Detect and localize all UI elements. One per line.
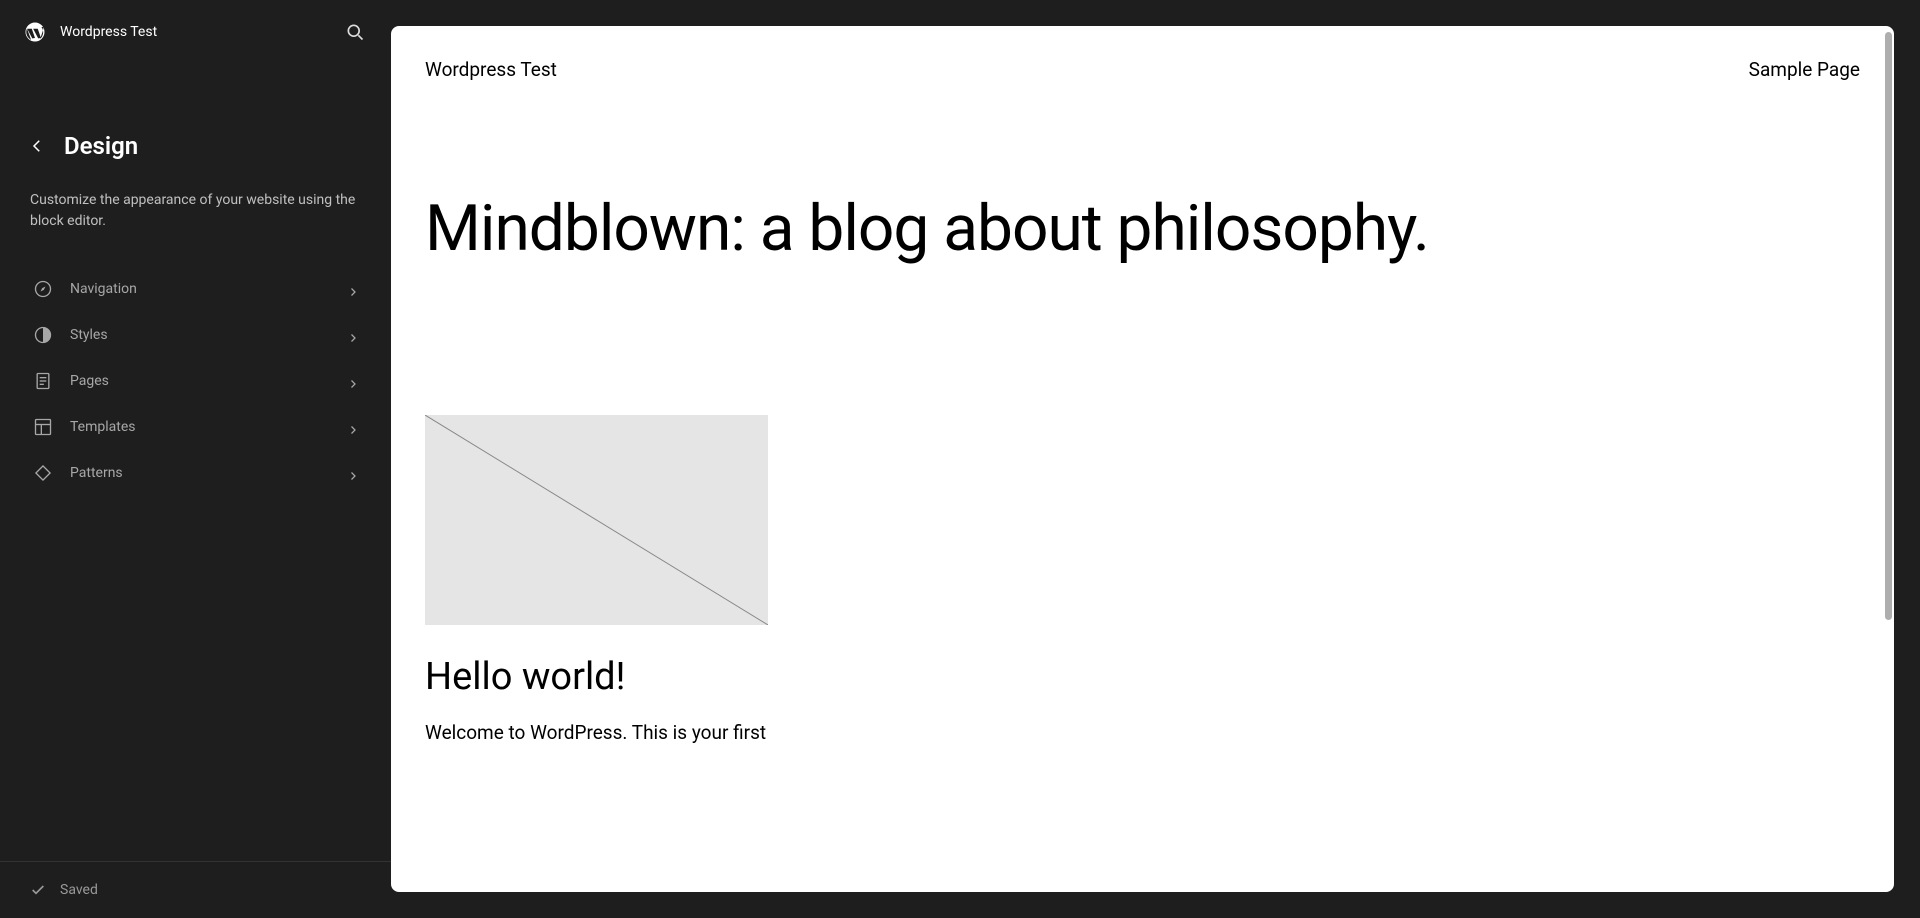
preview-post-excerpt: Welcome to WordPress. This is your first [425,719,770,748]
menu-item-label: Styles [70,327,331,343]
section-description: Customize the appearance of your website… [0,170,391,232]
sidebar: Wordpress Test Design Customize the appe… [0,0,391,918]
compass-icon [32,278,54,300]
section-header: Design [0,122,391,170]
chevron-right-icon [347,283,359,295]
preview-post-title[interactable]: Hello world! [425,655,770,699]
search-button[interactable] [343,20,367,44]
menu-item-templates[interactable]: Templates [18,404,373,450]
preview-post: Hello world! Welcome to WordPress. This … [425,415,770,748]
menu-item-styles[interactable]: Styles [18,312,373,358]
menu-item-navigation[interactable]: Navigation [18,266,373,312]
sidebar-menu: Navigation Styles [0,266,391,496]
preview-hero-heading: Mindblown: a blog about philosophy. [425,193,1860,265]
preview-wrapper: Wordpress Test Sample Page Mindblown: a … [391,0,1920,918]
chevron-right-icon [347,421,359,433]
menu-item-patterns[interactable]: Patterns [18,450,373,496]
preview-header: Wordpress Test Sample Page [425,58,1860,81]
menu-item-label: Patterns [70,465,331,481]
chevron-right-icon [347,329,359,341]
half-circle-icon [32,324,54,346]
chevron-right-icon [347,375,359,387]
save-status: Saved [60,882,98,898]
preview-site-title[interactable]: Wordpress Test [425,58,557,81]
menu-item-pages[interactable]: Pages [18,358,373,404]
page-icon [32,370,54,392]
wordpress-logo-icon[interactable] [24,21,46,43]
menu-item-label: Templates [70,419,331,435]
preview-frame[interactable]: Wordpress Test Sample Page Mindblown: a … [391,26,1894,892]
chevron-right-icon [347,467,359,479]
sidebar-footer: Saved [0,861,391,918]
layout-icon [32,416,54,438]
preview-nav-link[interactable]: Sample Page [1749,58,1860,81]
preview-post-image-placeholder [425,415,768,625]
section-title: Design [64,132,138,160]
checkmark-icon [30,882,46,898]
diamond-icon [32,462,54,484]
menu-item-label: Pages [70,373,331,389]
preview-scrollbar[interactable] [1885,32,1892,620]
sidebar-header: Wordpress Test [0,0,391,64]
site-name[interactable]: Wordpress Test [60,24,329,40]
menu-item-label: Navigation [70,281,331,297]
back-button[interactable] [28,137,46,155]
